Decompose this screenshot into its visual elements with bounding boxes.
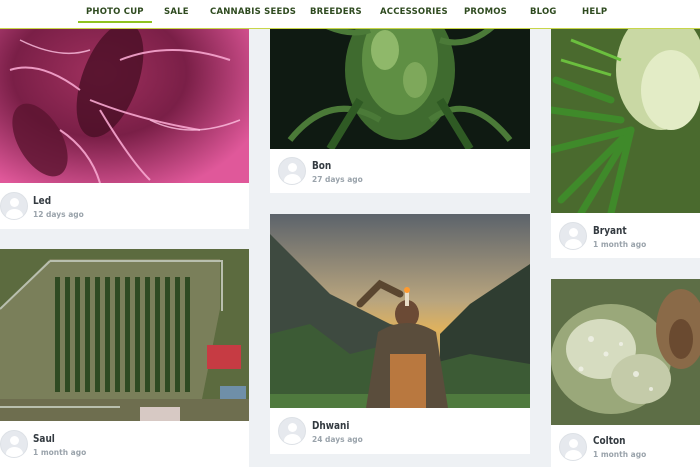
main-navigation: PHOTO CUP SALE CANNABIS SEEDS BREEDERS A…	[0, 0, 700, 29]
avatar[interactable]	[278, 417, 306, 445]
author-name[interactable]: Dhwani	[312, 420, 349, 432]
nav-breeders[interactable]: BREEDERS	[310, 7, 362, 17]
nav-help[interactable]: HELP	[582, 7, 607, 17]
post-photo-frosty-bud[interactable]	[551, 279, 700, 425]
post-photo-mountain-man[interactable]	[270, 214, 530, 408]
post-age: 1 month ago	[33, 448, 87, 457]
author-name[interactable]: Bryant	[593, 225, 627, 237]
photo-card[interactable]: Bryant 1 month ago	[551, 0, 700, 258]
nav-sale[interactable]: SALE	[164, 7, 189, 17]
avatar[interactable]	[0, 192, 28, 220]
photo-card[interactable]: Dhwani 24 days ago	[270, 214, 530, 454]
avatar[interactable]	[278, 157, 306, 185]
post-age: 1 month ago	[593, 240, 647, 249]
avatar[interactable]	[559, 433, 587, 461]
post-age: 12 days ago	[33, 210, 84, 219]
post-photo-cannabis-leaves[interactable]	[551, 0, 700, 213]
author-name[interactable]: Saul	[33, 433, 55, 445]
author-name[interactable]: Led	[33, 195, 51, 207]
photo-card[interactable]: Saul 1 month ago	[0, 249, 249, 467]
author-name[interactable]: Bon	[312, 160, 331, 172]
avatar[interactable]	[0, 430, 28, 458]
author-name[interactable]: Colton	[593, 435, 625, 447]
nav-promos[interactable]: PROMOS	[464, 7, 507, 17]
nav-photo-cup[interactable]: PHOTO CUP	[78, 7, 152, 23]
nav-blog[interactable]: BLOG	[530, 7, 557, 17]
post-age: 1 month ago	[593, 450, 647, 459]
nav-accessories[interactable]: ACCESSORIES	[380, 7, 448, 17]
avatar[interactable]	[559, 222, 587, 250]
photo-card[interactable]: Led 12 days ago	[0, 0, 249, 229]
photo-card[interactable]: Colton 1 month ago	[551, 279, 700, 467]
post-photo-aerial-field[interactable]	[0, 249, 249, 421]
post-age: 27 days ago	[312, 175, 363, 184]
post-age: 24 days ago	[312, 435, 363, 444]
nav-cannabis-seeds[interactable]: CANNABIS SEEDS	[210, 7, 296, 17]
